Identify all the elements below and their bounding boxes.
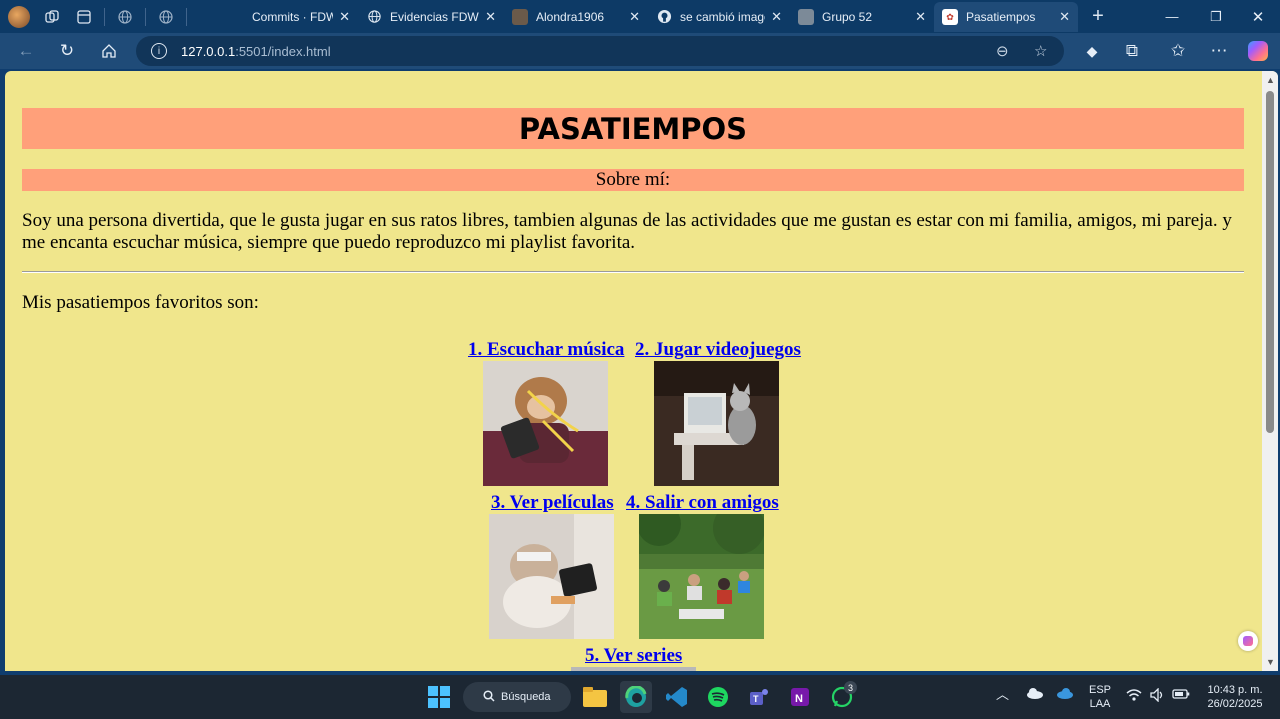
battery-icon[interactable] [1172,688,1190,704]
scrollbar-thumb[interactable] [1266,91,1274,433]
close-icon[interactable]: ✕ [339,9,350,25]
tab-strip: Commits · FDW52 ✕ Evidencias FDW ✕ Alond… [0,0,1280,33]
tab-pasatiempos[interactable]: ✿ Pasatiempos ✕ [934,2,1078,32]
extensions-puzzle-icon[interactable]: ⧉ [1112,33,1152,69]
page-icon: ✿ [942,9,958,25]
edge-icon[interactable] [620,681,652,713]
about-text: Soy una persona divertida, que le gusta … [22,210,1232,253]
photo-picnic-friends[interactable] [639,514,764,639]
close-icon[interactable]: ✕ [915,9,926,25]
url-text[interactable]: 127.0.0.1:5501/index.html [181,44,331,59]
profile-avatar[interactable] [8,5,30,28]
minimize-button[interactable]: — [1150,0,1194,33]
scroll-up-icon[interactable]: ▲ [1266,75,1275,85]
volume-icon[interactable] [1150,687,1166,706]
spotify-icon[interactable] [702,681,734,713]
close-icon[interactable]: ✕ [629,9,640,25]
scroll-down-icon[interactable]: ▼ [1266,657,1275,667]
photo-series[interactable] [571,667,696,671]
teams-icon[interactable]: T [743,681,775,713]
file-explorer-icon[interactable] [579,681,611,713]
divider [104,7,105,26]
onenote-icon[interactable]: N [784,681,816,713]
start-button[interactable] [423,681,455,713]
wifi-icon[interactable] [1126,688,1142,706]
svg-text:N: N [795,693,803,705]
notification-badge: 3 [844,681,857,694]
tab-github-commit[interactable]: se cambió imagen ✕ [648,3,790,30]
page-title: PASATIEMPOS [22,108,1244,149]
zoom-icon[interactable]: ⊖ [996,42,1009,60]
about-heading: Sobre mí: [22,169,1244,191]
classroom-icon [798,8,814,25]
photo-monkey-movies[interactable] [489,514,614,639]
close-window-button[interactable]: ✕ [1236,0,1280,33]
more-menu-icon[interactable]: ⋯ [1199,33,1239,69]
windows-icon [428,686,450,708]
back-button[interactable]: ← [6,33,46,69]
close-icon[interactable]: ✕ [771,9,782,25]
cloud-icon[interactable] [1026,687,1044,703]
workspaces-icon[interactable] [36,0,68,33]
divider [186,7,187,26]
language-indicator[interactable]: ESP LAA [1086,683,1114,711]
site-info-icon[interactable]: i [151,43,167,59]
taskbar-search[interactable]: Búsqueda [463,682,571,712]
onedrive-icon[interactable] [1056,687,1074,703]
new-tab-button[interactable]: + [1082,0,1114,33]
page-viewport: PASATIEMPOS Sobre mí: Soy una persona di… [5,71,1278,671]
show-hidden-icons-chevron-icon[interactable]: ︿ [996,688,1009,702]
close-icon[interactable]: ✕ [485,9,496,25]
tab-grupo[interactable]: Grupo 52 ✕ [790,3,934,30]
address-bar[interactable]: i 127.0.0.1:5501/index.html ⊖ ☆ [136,36,1064,66]
clock[interactable]: 10:43 p. m. 26/02/2025 [1196,683,1274,711]
extension-icon[interactable]: ◆ [1072,33,1112,69]
horizontal-rule [22,271,1244,273]
hobby-link-music[interactable]: 1. Escuchar música [468,339,624,361]
taskbar: Búsqueda T N 3 ︿ ESP LAA 10:43 p. m. 26/… [0,675,1280,719]
refresh-button[interactable]: ↻ [47,33,87,69]
home-button[interactable] [89,33,129,69]
vertical-scrollbar[interactable]: ▲ ▼ [1262,71,1278,671]
photo-monkey-music[interactable] [483,361,608,486]
tab-evidencias[interactable]: Evidencias FDW ✕ [358,3,504,30]
copilot-icon[interactable] [1238,33,1278,69]
photo-cat-computer[interactable] [654,361,779,486]
hobby-link-friends[interactable]: 4. Salir con amigos [626,492,779,514]
globe-icon [366,9,382,25]
hobby-link-movies[interactable]: 3. Ver películas [491,492,614,514]
hobby-link-series[interactable]: 5. Ver series [585,645,682,667]
home-icon [102,44,116,58]
copilot-floating-icon[interactable] [1238,631,1258,651]
github-icon [656,9,672,25]
avatar [512,8,528,25]
pinned-globe-icon[interactable] [150,0,182,33]
whatsapp-icon[interactable]: 3 [826,681,858,713]
navigation-bar: ← ↻ i 127.0.0.1:5501/index.html ⊖ ☆ ◆ ⧉ … [0,33,1280,69]
divider [145,7,146,26]
favorite-star-icon[interactable]: ☆ [1034,42,1047,60]
vscode-icon[interactable] [661,681,693,713]
tab-commits[interactable]: Commits · FDW52 ✕ [220,3,358,30]
tab-actions-icon[interactable] [68,0,100,33]
svg-text:T: T [753,694,759,704]
restore-button[interactable]: ❐ [1194,0,1238,33]
favorites-icon[interactable]: ✩ [1158,33,1198,69]
hobby-link-videogames[interactable]: 2. Jugar videojuegos [635,339,801,361]
search-icon [483,689,495,705]
favorites-heading: Mis pasatiempos favoritos son: [22,292,259,313]
github-icon [228,9,244,25]
tab-alondra[interactable]: Alondra1906 ✕ [504,3,648,30]
pinned-globe-icon[interactable] [109,0,141,33]
close-icon[interactable]: ✕ [1059,9,1070,25]
